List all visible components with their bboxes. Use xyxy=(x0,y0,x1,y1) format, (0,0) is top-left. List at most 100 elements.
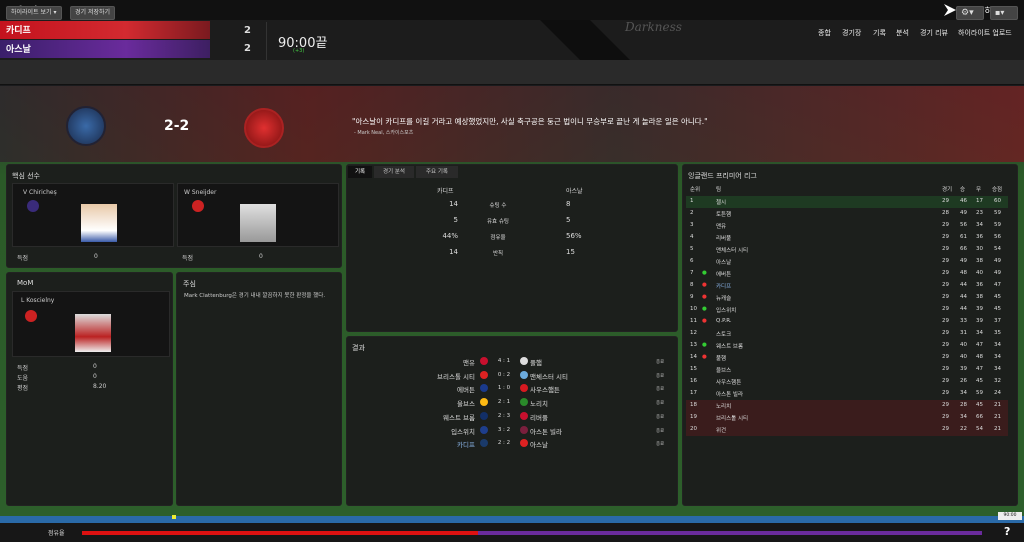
result-score: 1 : 0 xyxy=(497,385,511,392)
key-player-card-home[interactable]: V Chiricheș xyxy=(12,183,174,247)
menu-stats[interactable]: 기록 xyxy=(873,28,886,38)
result-home-team: 입스위치 xyxy=(451,427,475,436)
league-row[interactable]: 18 노리치 29 28 45 21 xyxy=(686,400,1008,412)
settings-button[interactable]: ⚙▾ xyxy=(956,6,984,20)
tab-match-analysis[interactable]: 경기 분석 xyxy=(374,166,414,178)
possession-bar-container: 점유율 ? xyxy=(0,523,1024,542)
menu-stadium[interactable]: 경기장 xyxy=(842,28,861,38)
stat-home-value: 5 xyxy=(453,216,458,224)
results-title: 결과 xyxy=(352,344,365,352)
league-won: 28 xyxy=(960,402,967,408)
mom-stat-value: 0 xyxy=(93,373,97,380)
player-photo xyxy=(240,204,276,242)
league-points: 21 xyxy=(994,414,1001,420)
header-points: 승점 xyxy=(992,187,1003,193)
mom-stat-value: 0 xyxy=(93,363,97,370)
league-row[interactable]: 1 첼시 29 46 17 60 xyxy=(686,196,1008,208)
referee-comment: Mark Clattenburg은 경기 내내 깔끔하지 못한 판정을 했다. xyxy=(184,293,326,299)
menu-overview[interactable]: 종합 xyxy=(818,28,831,38)
result-home-team: 맨유 xyxy=(463,359,475,367)
league-row[interactable]: 11 ● Q.P.R. 29 33 39 37 xyxy=(686,316,1008,328)
league-team-name: 위건 xyxy=(716,428,727,434)
league-row[interactable]: 6 아스날 29 49 38 49 xyxy=(686,256,1008,268)
key-player-card-away[interactable]: W Sneijder xyxy=(177,183,339,247)
mom-stat-value: 8.20 xyxy=(93,383,107,390)
league-played: 29 xyxy=(942,318,949,324)
away-team-bar[interactable]: 아스날 xyxy=(0,40,210,58)
league-position: 4 xyxy=(690,234,694,240)
league-team-name: 에버튼 xyxy=(716,272,732,278)
league-won: 48 xyxy=(960,270,967,276)
result-home-team: 웨스트 브롬 xyxy=(443,413,475,422)
league-drawn: 17 xyxy=(976,198,983,204)
help-icon[interactable]: ? xyxy=(1004,525,1010,538)
stat-label: 반칙 xyxy=(492,251,504,257)
key-players-panel: 핵심 선수 V Chiricheș 득점 0 W Sneijder 득점 0 xyxy=(6,164,342,268)
league-row[interactable]: 13 ● 웨스트 브롬 29 40 47 34 xyxy=(686,340,1008,352)
stat-home-value: 14 xyxy=(449,248,458,256)
header-drawn: 무 xyxy=(976,187,982,193)
league-drawn: 30 xyxy=(976,246,983,252)
league-position: 1 xyxy=(690,198,694,204)
league-drawn: 48 xyxy=(976,354,983,360)
continue-arrow-icon xyxy=(944,4,956,16)
league-position: 14 xyxy=(690,354,697,360)
league-row[interactable]: 19 브리스톨 시티 29 34 66 21 xyxy=(686,412,1008,424)
league-team-name: 리버풀 xyxy=(716,236,732,242)
away-score: 2 xyxy=(244,43,251,54)
league-row[interactable]: 14 ● 풀햄 29 40 48 34 xyxy=(686,352,1008,364)
league-won: 66 xyxy=(960,246,967,252)
tab-stats[interactable]: 기록 xyxy=(348,166,372,178)
result-score: 2 : 3 xyxy=(497,412,511,419)
league-row[interactable]: 4 리버풀 29 61 36 56 xyxy=(686,232,1008,244)
league-row[interactable]: 3 맨유 29 56 34 59 xyxy=(686,220,1008,232)
league-row[interactable]: 12 스토크 29 31 34 35 xyxy=(686,328,1008,340)
league-row[interactable]: 10 ● 입스위치 29 44 39 45 xyxy=(686,304,1008,316)
league-points: 37 xyxy=(994,318,1001,324)
league-row[interactable]: 8 ● 카디프 29 44 36 47 xyxy=(686,280,1008,292)
stat-home-value: 14 xyxy=(449,200,458,208)
league-row[interactable]: 17 아스톤 빌라 29 34 59 24 xyxy=(686,388,1008,400)
menu-analysis[interactable]: 분석 xyxy=(896,28,909,38)
menu-upload-highlights[interactable]: 하이라이트 업로드 xyxy=(958,28,1012,38)
match-quote: "아스날이 카디프를 이길 거라고 예상했었지만, 사실 축구공은 둥근 법이니… xyxy=(352,117,708,126)
league-row[interactable]: 15 울브스 29 39 47 34 xyxy=(686,364,1008,376)
league-won: 31 xyxy=(960,330,967,336)
result-home-team: 에버튼 xyxy=(457,386,475,395)
save-match-button[interactable]: 경기 저장하기 xyxy=(70,6,116,20)
league-points: 45 xyxy=(994,294,1001,300)
league-drawn: 34 xyxy=(976,222,983,228)
result-home-team: 브리스톨 시티 xyxy=(437,372,475,381)
league-row[interactable]: 9 ● 뉴캐슬 29 44 38 45 xyxy=(686,292,1008,304)
league-row[interactable]: 7 ● 에버튼 29 48 40 49 xyxy=(686,268,1008,280)
league-row[interactable]: 20 위건 29 22 54 21 xyxy=(686,424,1008,436)
chat-button[interactable]: ▪▾ xyxy=(990,6,1018,20)
result-home-team: 카디프 xyxy=(457,441,475,450)
league-drawn: 54 xyxy=(976,426,983,432)
match-timeline[interactable]: 90:00 xyxy=(0,512,1024,523)
league-won: 39 xyxy=(960,366,967,372)
highlights-dropdown-button[interactable]: 하이라이트 보기 ▾ xyxy=(6,6,62,20)
result-status: 종료 xyxy=(656,360,665,365)
league-row[interactable]: 2 토튼햄 28 49 23 59 xyxy=(686,208,1008,220)
tab-key-stats[interactable]: 주요 기록 xyxy=(416,166,458,178)
result-score: 4 : 1 xyxy=(497,358,511,364)
league-drawn: 40 xyxy=(976,270,983,276)
league-won: 61 xyxy=(960,234,967,240)
mom-player-card[interactable]: L Koscielny xyxy=(12,291,170,357)
league-row[interactable]: 16 사우스햄튼 29 26 45 32 xyxy=(686,376,1008,388)
league-team-name: Q.P.R. xyxy=(716,318,732,324)
league-won: 40 xyxy=(960,342,967,348)
menu-match-review[interactable]: 경기 리뷰 xyxy=(920,28,948,38)
league-position: 2 xyxy=(690,210,694,216)
home-team-bar[interactable]: 카디프 xyxy=(0,21,210,39)
home-crest-icon xyxy=(480,370,488,379)
stat-label: 슈팅 수 xyxy=(489,203,507,209)
league-row[interactable]: 5 맨체스터 시티 29 66 30 54 xyxy=(686,244,1008,256)
quote-source: - Mark Neal, 스카이스포츠 xyxy=(354,130,414,136)
league-points: 21 xyxy=(994,426,1001,432)
key-players-title: 핵심 선수 xyxy=(12,172,40,180)
league-team-name: 노리치 xyxy=(716,404,732,410)
league-won: 34 xyxy=(960,390,967,396)
position-up-icon: ● xyxy=(702,306,707,312)
